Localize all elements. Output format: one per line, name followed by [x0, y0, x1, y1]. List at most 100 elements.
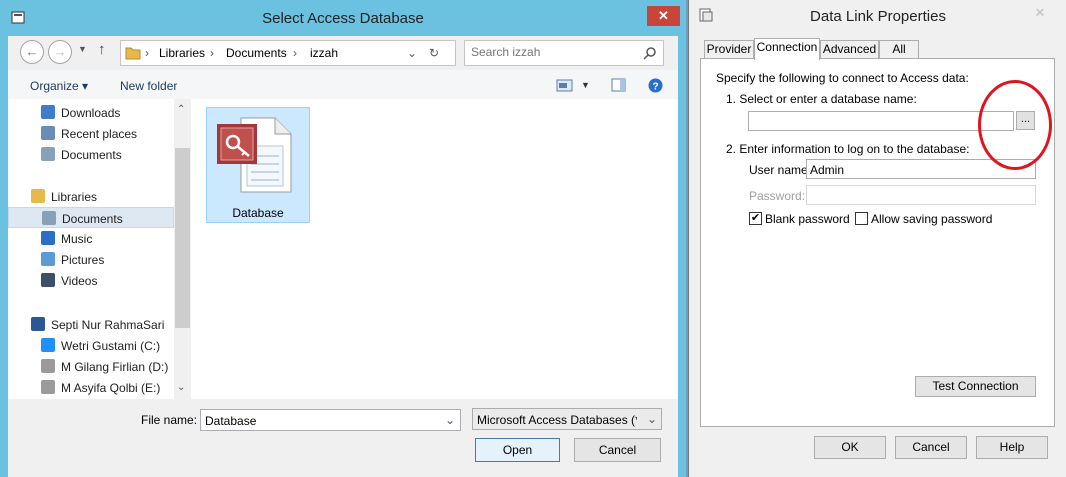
- nav-item[interactable]: Music: [8, 228, 174, 249]
- nav-item[interactable]: Wetri Gustami (C:): [8, 335, 174, 356]
- dialog-title: Data Link Properties: [810, 8, 946, 25]
- breadcrumb-separator-icon: ›: [210, 46, 214, 60]
- test-connection-button[interactable]: Test Connection: [915, 376, 1036, 397]
- help-button[interactable]: Help: [976, 436, 1048, 459]
- scrollbar-thumb[interactable]: [175, 148, 190, 328]
- scroll-down-arrow-icon[interactable]: ⌄: [177, 382, 185, 393]
- blank-password-checkbox[interactable]: ✔: [749, 212, 762, 225]
- file-type-value: Microsoft Access Databases (*.r: [477, 413, 637, 427]
- drive-icon: [41, 380, 55, 394]
- cancel-button[interactable]: Cancel: [574, 438, 661, 462]
- step1-label: 1. Select or enter a database name:: [726, 92, 917, 106]
- password-input[interactable]: [806, 185, 1036, 205]
- select-access-database-dialog: Select Access Database ✕ ← → ▼ ↑ › Libra…: [0, 0, 686, 477]
- nav-item[interactable]: M Gilang Firlian (D:): [8, 356, 174, 377]
- breadcrumb-documents[interactable]: Documents: [226, 46, 287, 60]
- new-folder-button[interactable]: New folder: [120, 79, 177, 93]
- scroll-up-arrow-icon[interactable]: ⌃: [177, 104, 185, 115]
- computer-icon: [31, 317, 45, 331]
- nav-item-label: Septi Nur RahmaSari: [51, 318, 165, 332]
- nav-item[interactable]: Recent places: [8, 123, 174, 144]
- search-icon[interactable]: [643, 46, 657, 60]
- downloads-icon: [41, 105, 55, 119]
- user-name-value: Admin: [810, 163, 845, 177]
- cancel-button[interactable]: Cancel: [895, 436, 967, 459]
- nav-item[interactable]: Videos: [8, 270, 174, 291]
- command-bar: [8, 70, 678, 100]
- nav-item-label: M Asyifa Qolbi (E:): [61, 381, 161, 395]
- windows-drive-icon: [41, 338, 55, 352]
- password-label: Password:: [749, 189, 806, 203]
- close-button[interactable]: ✕: [1025, 5, 1055, 23]
- annotation-circle: [978, 80, 1052, 170]
- nav-item[interactable]: Documents: [8, 207, 174, 228]
- tab-all[interactable]: All: [879, 40, 919, 59]
- documents-icon: [41, 147, 55, 161]
- nav-item-label: Downloads: [61, 106, 121, 120]
- up-arrow-icon[interactable]: ↑: [98, 41, 106, 58]
- allow-saving-password-label[interactable]: Allow saving password: [871, 212, 992, 226]
- nav-item[interactable]: Downloads: [8, 102, 174, 123]
- address-bar[interactable]: › Libraries › Documents › izzah ⌄ ↻: [120, 40, 456, 66]
- database-name-input[interactable]: [748, 111, 1014, 131]
- refresh-icon[interactable]: ↻: [429, 46, 439, 60]
- folder-icon: [125, 47, 141, 60]
- recent-places-icon: [41, 126, 55, 140]
- navigation-pane: Downloads Recent places Documents Libraries…: [8, 99, 174, 399]
- tab-connection[interactable]: Connection: [754, 38, 820, 60]
- nav-item-label: M Gilang Firlian (D:): [61, 360, 169, 374]
- file-name-combobox[interactable]: Database ⌄: [200, 409, 461, 431]
- chevron-down-icon[interactable]: ⌄: [445, 413, 455, 427]
- file-item-database[interactable]: Database: [206, 107, 310, 223]
- access-database-icon: [217, 117, 292, 193]
- tab-provider[interactable]: Provider: [704, 40, 754, 59]
- music-icon: [41, 231, 55, 245]
- chevron-down-icon[interactable]: ⌄: [647, 412, 657, 426]
- view-options-chevron-icon[interactable]: ▼: [581, 80, 590, 90]
- organize-button[interactable]: Organize ▾: [30, 79, 88, 93]
- tab-advanced[interactable]: Advanced: [820, 40, 879, 59]
- nav-item[interactable]: M Asyifa Qolbi (E:): [8, 377, 174, 398]
- file-name-label: File name:: [141, 413, 198, 427]
- allow-saving-password-checkbox[interactable]: [855, 212, 868, 225]
- nav-item[interactable]: Pictures: [8, 249, 174, 270]
- address-dropdown-icon[interactable]: ⌄: [407, 46, 417, 60]
- nav-item-label: Documents: [62, 212, 123, 226]
- open-button[interactable]: Open: [475, 438, 560, 462]
- ok-button[interactable]: OK: [814, 436, 886, 459]
- nav-item[interactable]: Septi Nur RahmaSari: [8, 314, 174, 335]
- videos-icon: [41, 273, 55, 287]
- nav-item-label: Documents: [61, 148, 122, 162]
- file-type-select[interactable]: Microsoft Access Databases (*.r ⌄: [472, 408, 662, 430]
- forward-button[interactable]: →: [48, 40, 72, 64]
- change-view-icon[interactable]: [556, 79, 574, 92]
- close-button[interactable]: ✕: [647, 6, 680, 26]
- dialog-title: Select Access Database: [262, 10, 424, 27]
- search-input[interactable]: [469, 44, 633, 60]
- nav-item-label: Libraries: [51, 190, 98, 204]
- preview-pane-icon[interactable]: [611, 78, 627, 93]
- nav-item-label: Wetri Gustami (C:): [61, 339, 161, 353]
- nav-item-label: Recent places: [61, 127, 138, 141]
- pictures-icon: [41, 252, 55, 266]
- nav-item-label: Pictures: [61, 253, 105, 267]
- breadcrumb-libraries[interactable]: Libraries: [159, 46, 205, 60]
- blank-password-label[interactable]: Blank password: [765, 212, 850, 226]
- file-name-value: Database: [205, 414, 257, 428]
- nav-item-label: Music: [61, 232, 93, 246]
- nav-item[interactable]: Documents: [8, 144, 174, 165]
- drive-icon: [41, 359, 55, 373]
- breadcrumb-izzah[interactable]: izzah: [310, 46, 338, 60]
- nav-item[interactable]: Libraries: [8, 186, 174, 207]
- breadcrumb-separator-icon: ›: [293, 46, 297, 60]
- intro-text: Specify the following to connect to Acce…: [716, 71, 969, 85]
- svg-text:?: ?: [652, 82, 658, 93]
- search-box[interactable]: [464, 40, 664, 66]
- user-name-label: User name:: [749, 163, 812, 177]
- help-icon[interactable]: ?: [648, 78, 663, 93]
- back-button[interactable]: ←: [20, 40, 44, 64]
- breadcrumb-separator-icon: ›: [145, 46, 149, 60]
- documents-icon: [42, 211, 56, 225]
- nav-item-label: Videos: [61, 274, 98, 288]
- recent-locations-chevron-icon[interactable]: ▼: [78, 44, 87, 54]
